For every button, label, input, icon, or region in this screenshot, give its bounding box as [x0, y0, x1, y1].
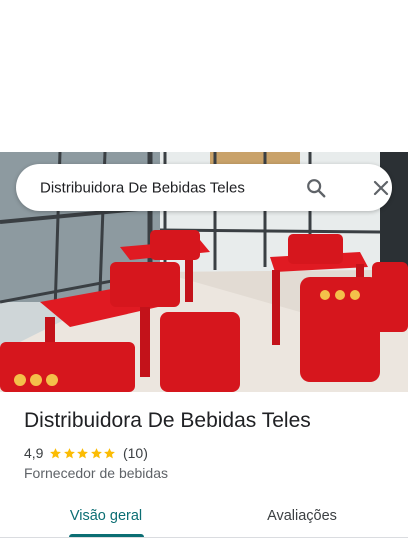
- place-title: Distribuidora De Bebidas Teles: [24, 409, 311, 432]
- place-category: Fornecedor de bebidas: [24, 465, 168, 481]
- clear-search-button[interactable]: [368, 175, 394, 201]
- star-rating: [49, 447, 117, 460]
- rating-value: 4,9: [24, 445, 44, 461]
- tab-overview[interactable]: Visão geral: [0, 496, 212, 536]
- search-input[interactable]: Distribuidora De Bebidas Teles: [40, 179, 245, 196]
- search-button[interactable]: [303, 175, 329, 201]
- search-bar[interactable]: Distribuidora De Bebidas Teles: [16, 164, 392, 211]
- star-icon: [64, 447, 75, 458]
- place-tabs: Visão geral Avaliações: [0, 496, 408, 538]
- star-icon: [91, 447, 102, 458]
- star-icon: [50, 447, 62, 458]
- review-count[interactable]: (10): [123, 445, 148, 461]
- search-icon: [307, 179, 326, 198]
- rating-row[interactable]: 4,9 (10): [24, 444, 148, 462]
- close-icon: [373, 180, 389, 196]
- star-icon: [77, 447, 89, 458]
- tabs-divider: [0, 537, 408, 538]
- tab-reviews[interactable]: Avaliações: [196, 496, 408, 536]
- star-icon: [104, 447, 116, 458]
